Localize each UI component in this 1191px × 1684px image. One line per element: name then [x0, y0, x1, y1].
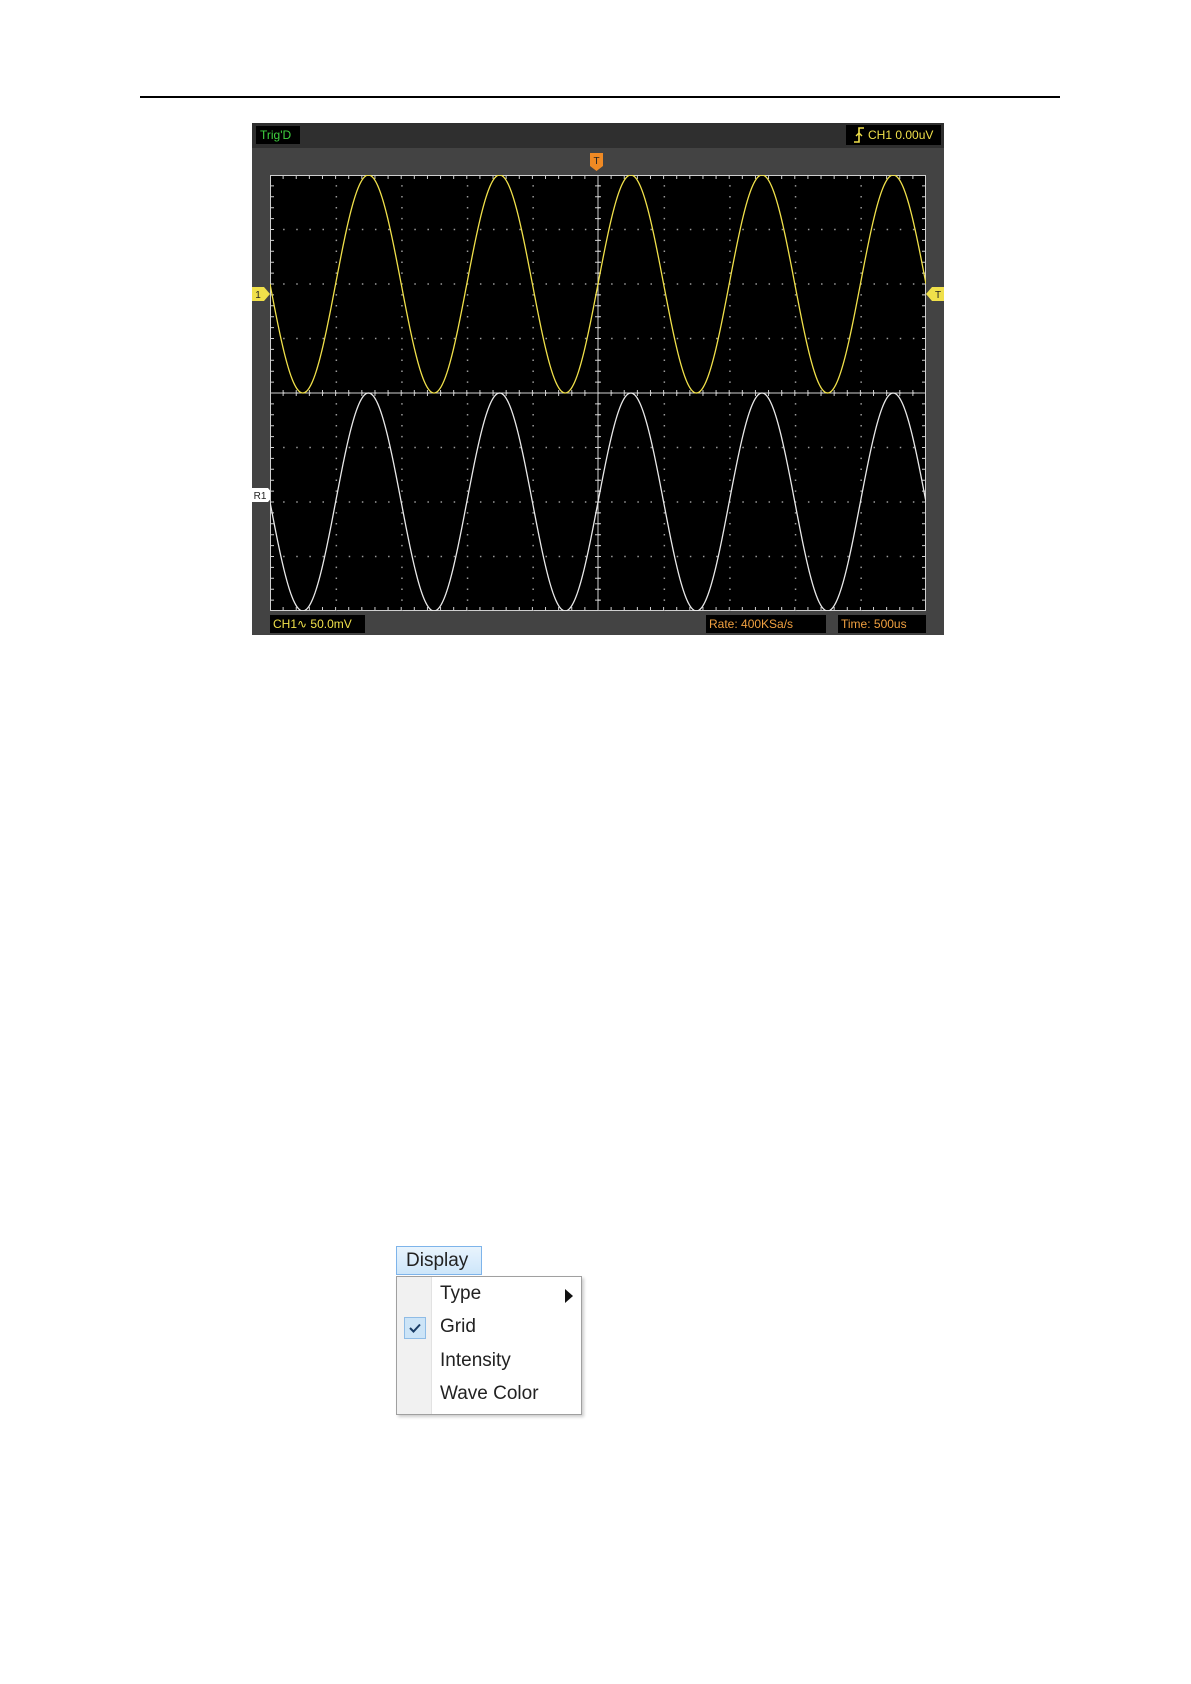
- timebase: Time: 500us: [838, 615, 926, 633]
- top-status-bar: Trig'D CH1 0.00uV: [252, 123, 944, 148]
- rising-edge-icon: [854, 127, 864, 143]
- ch1-vertical-scale: CH1∿ 50.0mV: [270, 615, 365, 633]
- waveform-plot: [270, 175, 926, 611]
- checkmark-icon: [404, 1317, 426, 1339]
- menu-item-grid[interactable]: Grid: [397, 1312, 581, 1344]
- trigger-position-label: T: [593, 156, 599, 167]
- waveform-grid[interactable]: [270, 175, 926, 611]
- menu-item-label: Type: [440, 1283, 482, 1304]
- grid-dots: [283, 185, 915, 611]
- oscilloscope-screen: Trig'D CH1 0.00uV T 1 T R1 CH1∿ 50.0mV R…: [252, 123, 944, 635]
- trigger-source-level: CH1 0.00uV: [868, 128, 934, 142]
- display-menu-button[interactable]: Display: [396, 1246, 482, 1275]
- ch1-marker-label: 1: [255, 290, 261, 301]
- menu-item-label: Grid: [440, 1316, 476, 1337]
- ref-marker-label: R1: [254, 491, 267, 502]
- trigger-level-marker[interactable]: T: [926, 287, 944, 301]
- bottom-status-bar: CH1∿ 50.0mV Rate: 400KSa/s Time: 500us: [270, 615, 926, 633]
- trigger-level-label: T: [935, 290, 941, 301]
- menu-item-type[interactable]: Type: [397, 1279, 581, 1311]
- display-menu: Type Grid Intensity Wave Color: [396, 1276, 582, 1415]
- menu-item-label: Intensity: [440, 1350, 511, 1371]
- menu-item-wave-color[interactable]: Wave Color: [397, 1379, 581, 1411]
- sample-rate: Rate: 400KSa/s: [706, 615, 826, 633]
- trigger-info: CH1 0.00uV: [846, 125, 941, 145]
- ch1-position-marker[interactable]: 1: [252, 287, 270, 301]
- header-rule: [140, 96, 1060, 98]
- menu-item-label: Wave Color: [440, 1383, 539, 1404]
- trigger-position-marker[interactable]: T: [590, 153, 603, 171]
- submenu-arrow-icon: [565, 1289, 573, 1303]
- menu-item-intensity[interactable]: Intensity: [397, 1346, 581, 1378]
- trigger-status: Trig'D: [256, 126, 300, 144]
